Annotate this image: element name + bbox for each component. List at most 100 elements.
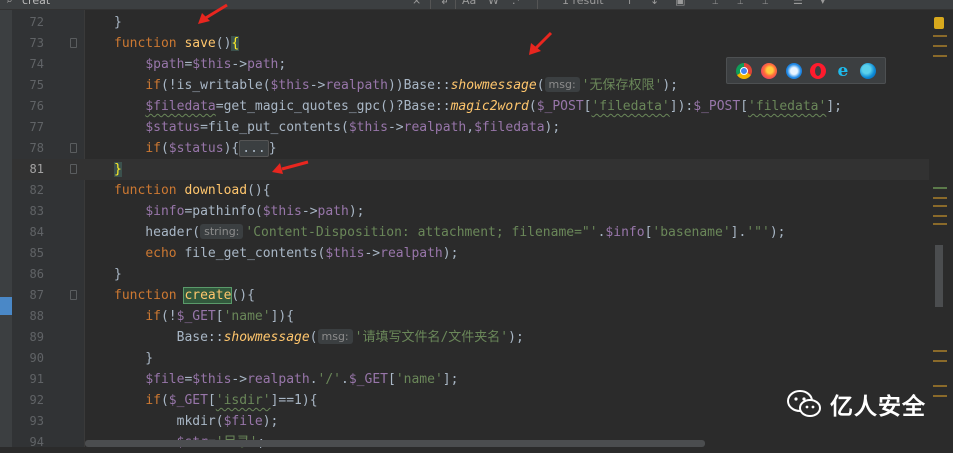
code-text[interactable]: function create(){ <box>114 285 255 306</box>
vertical-scrollbar-thumb[interactable] <box>935 245 943 307</box>
code-line[interactable]: 83 $info=pathinfo($this->path); <box>12 201 929 222</box>
warning-mark[interactable] <box>933 55 947 57</box>
line-number[interactable]: 94 <box>12 432 44 453</box>
match-case-icon[interactable]: Aa <box>462 0 476 8</box>
code-text[interactable]: } <box>114 348 153 369</box>
code-line[interactable]: 90 } <box>12 348 929 369</box>
code-text[interactable]: if(!$_GET['name']){ <box>114 306 294 327</box>
prev-occurrence-icon[interactable]: ↑ <box>625 0 634 8</box>
warning-mark[interactable] <box>933 223 947 225</box>
funnel-icon[interactable]: ▾ <box>820 0 826 8</box>
code-text[interactable]: function download(){ <box>114 180 271 201</box>
clear-icon[interactable]: × <box>412 0 421 8</box>
warning-mark[interactable] <box>933 350 947 352</box>
error-stripe[interactable] <box>929 10 953 447</box>
filter-icon[interactable]: ⌶ <box>712 0 719 8</box>
line-number[interactable]: 78 <box>12 138 44 159</box>
line-number[interactable]: 76 <box>12 96 44 117</box>
line-number[interactable]: 72 <box>12 12 44 33</box>
next-occurrence-icon[interactable]: ↓ <box>650 0 659 8</box>
code-text[interactable]: $info=pathinfo($this->path); <box>114 201 364 222</box>
code-text[interactable]: echo file_get_contents($this->realpath); <box>114 243 458 264</box>
edge-icon[interactable] <box>859 62 876 79</box>
line-number[interactable]: 75 <box>12 75 44 96</box>
code-text[interactable]: $file=$this->realpath.'/'.$_GET['name']; <box>114 369 458 390</box>
search-match[interactable]: create <box>183 287 233 304</box>
code-line[interactable]: 86} <box>12 264 929 285</box>
horizontal-scrollbar-thumb[interactable] <box>85 440 705 447</box>
code-text[interactable]: $path=$this->path; <box>114 54 286 75</box>
code-line[interactable]: 81} <box>12 159 929 180</box>
code-text[interactable]: function save(){ <box>114 33 240 54</box>
multiline-icon[interactable]: ⌶ <box>762 0 769 8</box>
line-number[interactable]: 77 <box>12 117 44 138</box>
code-text[interactable]: if($status){...} <box>114 138 277 159</box>
words-icon[interactable]: W <box>488 0 499 8</box>
search-mark[interactable] <box>933 187 947 189</box>
code-text[interactable]: } <box>114 264 122 285</box>
tool-window-marker[interactable] <box>0 297 12 315</box>
code-text[interactable]: Base::showmessage(msg: '请填写文件名/文件夹名'); <box>114 327 524 348</box>
code-text[interactable]: if($_GET['isdir']==1){ <box>114 390 317 411</box>
code-text[interactable]: $status=file_put_contents($this->realpat… <box>114 117 560 138</box>
code-line[interactable]: 77 $status=file_put_contents($this->real… <box>12 117 929 138</box>
line-number[interactable]: 74 <box>12 54 44 75</box>
code-line[interactable]: 88 if(!$_GET['name']){ <box>12 306 929 327</box>
firefox-icon[interactable] <box>760 62 777 79</box>
settings-icon[interactable]: ☰ <box>793 0 803 8</box>
warning-icon[interactable] <box>934 17 944 29</box>
filter-options-icon[interactable]: ⌶ <box>737 0 744 8</box>
folded-code-placeholder[interactable]: ... <box>239 140 269 157</box>
line-number[interactable]: 73 <box>12 33 44 54</box>
line-number[interactable]: 93 <box>12 411 44 432</box>
line-number[interactable]: 83 <box>12 201 44 222</box>
warning-mark[interactable] <box>933 215 947 217</box>
regex-icon[interactable]: .* <box>512 0 521 8</box>
warning-mark[interactable] <box>933 197 947 199</box>
history-icon[interactable]: ↲ <box>440 0 449 8</box>
line-number[interactable]: 88 <box>12 306 44 327</box>
line-number[interactable]: 92 <box>12 390 44 411</box>
fold-toggle-icon[interactable] <box>70 164 77 174</box>
code-line[interactable]: 76 $filedata=get_magic_quotes_gpc()?Base… <box>12 96 929 117</box>
code-line[interactable]: 89 Base::showmessage(msg: '请填写文件名/文件夹名'); <box>12 327 929 348</box>
line-number[interactable]: 91 <box>12 369 44 390</box>
warning-mark[interactable] <box>933 395 947 397</box>
code-line[interactable]: 72} <box>12 12 929 33</box>
code-text[interactable]: mkdir($file); <box>114 411 279 432</box>
line-number[interactable]: 85 <box>12 243 44 264</box>
warning-mark[interactable] <box>933 360 947 362</box>
warning-mark[interactable] <box>933 205 947 207</box>
warning-mark[interactable] <box>933 45 947 47</box>
code-text[interactable]: $filedata=get_magic_quotes_gpc()?Base::m… <box>114 96 842 117</box>
line-number[interactable]: 90 <box>12 348 44 369</box>
warning-mark[interactable] <box>933 35 947 37</box>
code-line[interactable]: 85 echo file_get_contents($this->realpat… <box>12 243 929 264</box>
code-text[interactable]: header(string: 'Content-Disposition: atta… <box>114 222 785 243</box>
code-text[interactable]: if(!is_writable($this->realpath))Base::s… <box>114 75 678 96</box>
code-token: if <box>145 141 161 156</box>
fold-toggle-icon[interactable] <box>70 38 77 48</box>
chrome-icon[interactable] <box>736 62 753 79</box>
line-number[interactable]: 86 <box>12 264 44 285</box>
line-number[interactable]: 84 <box>12 222 44 243</box>
code-line[interactable]: 73 function save(){ <box>12 33 929 54</box>
line-number[interactable]: 82 <box>12 180 44 201</box>
code-line[interactable]: 82 function download(){ <box>12 180 929 201</box>
code-line[interactable]: 84 header(string: 'Content-Disposition: a… <box>12 222 929 243</box>
opera-icon[interactable] <box>810 62 827 79</box>
code-text[interactable]: } <box>114 159 122 180</box>
code-line[interactable]: 78 if($status){...} <box>12 138 929 159</box>
code-line[interactable]: 87 function create(){ <box>12 285 929 306</box>
safari-icon[interactable] <box>785 62 802 79</box>
line-number[interactable]: 89 <box>12 327 44 348</box>
code-text[interactable]: } <box>114 12 122 33</box>
fold-toggle-icon[interactable] <box>70 290 77 300</box>
ie-icon[interactable]: e <box>835 62 851 79</box>
warning-mark[interactable] <box>933 385 947 387</box>
line-number[interactable]: 81 <box>12 159 44 180</box>
fold-toggle-icon[interactable] <box>70 143 77 153</box>
line-number[interactable]: 87 <box>12 285 44 306</box>
search-icon[interactable]: ⌕ <box>6 0 13 8</box>
select-all-icon[interactable]: ▣ <box>675 0 685 8</box>
